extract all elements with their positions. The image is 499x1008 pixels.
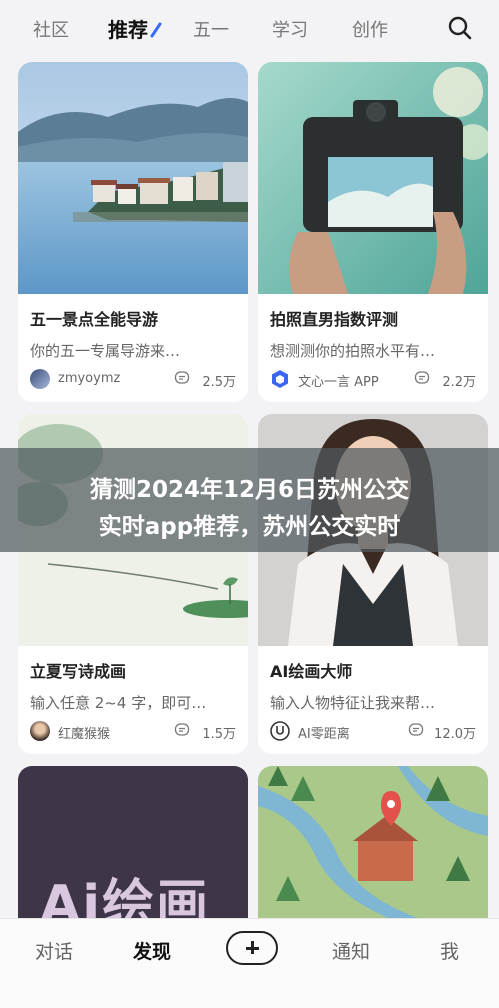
tab-learning[interactable]: 学习 [272, 16, 308, 42]
add-icon[interactable] [226, 931, 278, 965]
tab-may-day[interactable]: 五一 [193, 16, 229, 42]
chat-bubble-icon [408, 723, 424, 736]
author-avatar [30, 721, 50, 741]
camera-image [258, 62, 488, 294]
nav-discover[interactable]: 发现 [133, 937, 171, 964]
top-nav: 社区 推荐 五一 学习 创作 [0, 0, 499, 56]
card-title: AI绘画大师 [270, 662, 353, 681]
author-name: zmyoymz [58, 371, 121, 386]
nav-me[interactable]: 我 [440, 937, 459, 964]
author-name: 文心一言 APP [298, 375, 379, 390]
author-name: 红魔猴猴 [58, 727, 111, 742]
cover-text: Ai绘画 [40, 875, 211, 918]
usage-count: 2.5万 [202, 375, 236, 390]
chat-bubble-icon [174, 723, 190, 736]
card-title: 五一景点全能导游 [30, 310, 159, 329]
coastal-village-image [18, 62, 248, 294]
usage-count: 12.0万 [434, 727, 476, 742]
card-description: 想测测你的拍照水平有… [270, 342, 436, 360]
search-icon[interactable] [447, 15, 473, 41]
active-tab-indicator [150, 22, 162, 38]
tab-community[interactable]: 社区 [33, 16, 69, 42]
card-description: 输入任意 2~4 字，即可… [30, 694, 207, 712]
tab-create[interactable]: 创作 [352, 16, 388, 42]
usage-count: 2.2万 [442, 375, 476, 390]
author-avatar [30, 369, 50, 389]
nav-notifications[interactable]: 通知 [332, 937, 370, 964]
bottom-nav: 对话 发现 通知 我 [0, 918, 499, 1008]
ai-painting-cover-image: Ai绘画 [18, 766, 248, 918]
tab-recommend[interactable]: 推荐 [108, 14, 148, 43]
card-map-illustration[interactable] [258, 766, 488, 918]
isometric-map-image [258, 766, 488, 918]
usage-count: 1.5万 [202, 727, 236, 742]
chat-bubble-icon [414, 371, 430, 384]
wenxin-logo-icon [272, 370, 288, 388]
card-title: 立夏写诗成画 [30, 662, 127, 681]
card-title: 拍照直男指数评测 [270, 310, 399, 329]
card-may-day-guide[interactable]: 五一景点全能导游 你的五一专属导游来… zmyoymz 2.5万 [18, 62, 248, 402]
card-ai-drawing[interactable]: Ai绘画 [18, 766, 248, 918]
author-name: AI零距离 [298, 727, 350, 742]
author-logo-icon [270, 721, 290, 741]
card-photo-score[interactable]: 拍照直男指数评测 想测测你的拍照水平有… 文心一言 APP 2.2万 [258, 62, 488, 402]
card-description: 你的五一专属导游来… [30, 342, 181, 360]
headline-line-1: 猜测2024年12月6日苏州公交 [89, 477, 410, 503]
headline-line-2: 实时app推荐，苏州公交实时 [98, 514, 401, 540]
card-description: 输入人物特征让我来帮… [270, 694, 436, 712]
nav-chat[interactable]: 对话 [35, 937, 73, 964]
headline-banner: 猜测2024年12月6日苏州公交 实时app推荐，苏州公交实时 [0, 448, 499, 552]
chat-bubble-icon [174, 371, 190, 384]
